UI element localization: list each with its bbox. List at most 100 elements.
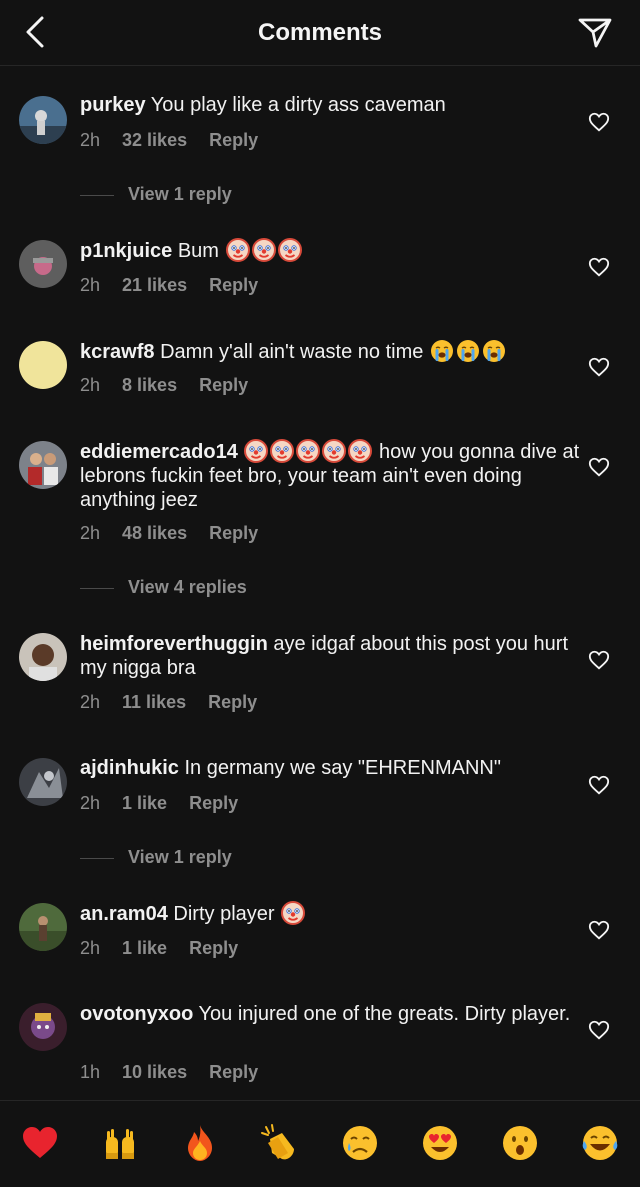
like-heart-icon[interactable]	[588, 774, 610, 796]
comment-body: Bum	[177, 240, 219, 262]
view-replies-button[interactable]: View 4 replies	[80, 577, 247, 601]
heart-emoji-icon[interactable]	[20, 1123, 60, 1163]
heart-eyes-emoji-icon[interactable]	[420, 1123, 460, 1163]
comment-username[interactable]: eddiemercado14	[80, 441, 238, 463]
comment-meta: 2h 1 like Reply	[80, 793, 238, 814]
crying-face-emoji-icon[interactable]	[340, 1123, 380, 1163]
reply-button[interactable]: Reply	[209, 130, 258, 151]
clown-emoji-icon	[281, 901, 305, 925]
comment-username[interactable]: ovotonyxoo	[80, 1003, 193, 1025]
comment-text: an.ram04 Dirty player	[80, 901, 580, 926]
comment-time: 2h	[80, 793, 101, 813]
comment-username[interactable]: p1nkjuice	[80, 240, 172, 262]
reply-button[interactable]: Reply	[189, 793, 238, 814]
comment-body: You play like a dirty ass caveman	[150, 94, 446, 116]
comment-likes[interactable]: 1 like	[122, 938, 167, 959]
clown-emoji-icon	[322, 439, 346, 463]
view-replies-label: View 1 reply	[128, 184, 232, 204]
send-icon[interactable]	[576, 14, 614, 52]
comment-text: heimforeverthuggin aye idgaf about this …	[80, 632, 580, 680]
clown-emoji-icon	[348, 439, 372, 463]
comment-text: p1nkjuice Bum	[80, 238, 580, 263]
comment-likes[interactable]: 1 like	[122, 793, 167, 814]
comment-username[interactable]: heimforeverthuggin	[80, 633, 268, 655]
astonished-face-emoji-icon[interactable]	[500, 1123, 540, 1163]
clown-emoji-icon	[278, 238, 302, 262]
raising-hands-emoji-icon[interactable]	[100, 1123, 140, 1163]
like-heart-icon[interactable]	[588, 256, 610, 278]
reply-button[interactable]: Reply	[209, 523, 258, 544]
sob-emoji-icon	[482, 339, 506, 363]
comment-time: 2h	[80, 130, 101, 150]
avatar[interactable]	[19, 903, 67, 951]
clown-emoji-icon	[296, 439, 320, 463]
clown-emoji-icon	[270, 439, 294, 463]
comment-time: 2h	[80, 938, 101, 958]
view-replies-button[interactable]: View 1 reply	[80, 184, 232, 208]
view-replies-label: View 4 replies	[128, 577, 247, 597]
clapping-hands-emoji-icon[interactable]	[260, 1123, 300, 1163]
avatar[interactable]	[19, 758, 67, 806]
comment-likes[interactable]: 32 likes	[122, 130, 187, 151]
like-heart-icon[interactable]	[588, 1019, 610, 1041]
comment-username[interactable]: purkey	[80, 94, 146, 116]
comment-text: ovotonyxoo You injured one of the greats…	[80, 1002, 580, 1026]
comment-username[interactable]: kcrawf8	[80, 341, 155, 363]
clown-emoji-icon	[244, 439, 268, 463]
like-heart-icon[interactable]	[588, 649, 610, 671]
reply-divider-line	[80, 857, 114, 859]
quick-reactions-bar	[0, 1100, 640, 1187]
comment-likes[interactable]: 21 likes	[122, 275, 187, 296]
reply-divider-line	[80, 587, 114, 589]
page-title: Comments	[257, 19, 383, 46]
comment-body: In germany we say "EHRENMANN"	[184, 757, 501, 779]
like-heart-icon[interactable]	[588, 456, 610, 478]
tears-of-joy-emoji-icon[interactable]	[580, 1123, 620, 1163]
fire-emoji-icon[interactable]	[180, 1123, 220, 1163]
comment-likes[interactable]: 11 likes	[122, 692, 186, 713]
comment-username[interactable]: an.ram04	[80, 903, 168, 925]
comment-time: 2h	[80, 375, 101, 395]
comment-meta: 1h 10 likes Reply	[80, 1062, 258, 1083]
reply-button[interactable]: Reply	[189, 938, 238, 959]
comment-meta: 2h 32 likes Reply	[80, 130, 258, 151]
clown-emoji-icon	[226, 238, 250, 262]
clown-emoji-icon	[252, 238, 276, 262]
avatar[interactable]	[19, 341, 67, 389]
comment-time: 2h	[80, 692, 101, 712]
comment-text: ajdinhukic In germany we say "EHRENMANN"	[80, 756, 580, 780]
avatar[interactable]	[19, 633, 67, 681]
comment-meta: 2h 8 likes Reply	[80, 375, 248, 396]
like-heart-icon[interactable]	[588, 356, 610, 378]
comment-time: 2h	[80, 275, 101, 295]
like-heart-icon[interactable]	[588, 919, 610, 941]
like-heart-icon[interactable]	[588, 111, 610, 133]
reply-divider-line	[80, 194, 114, 196]
comment-meta: 2h 11 likes Reply	[80, 692, 257, 713]
comment-likes[interactable]: 10 likes	[122, 1062, 187, 1083]
sob-emoji-icon	[430, 339, 454, 363]
comment-text: purkey You play like a dirty ass caveman	[80, 93, 580, 117]
comment-text: eddiemercado14 how you gonna dive at leb…	[80, 439, 580, 512]
reply-button[interactable]: Reply	[199, 375, 248, 396]
comment-time: 2h	[80, 523, 101, 543]
comment-username[interactable]: ajdinhukic	[80, 757, 179, 779]
comment-body: You injured one of the greats. Dirty pla…	[198, 1003, 571, 1025]
reply-button[interactable]: Reply	[209, 275, 258, 296]
avatar[interactable]	[19, 441, 67, 489]
comment-likes[interactable]: 48 likes	[122, 523, 187, 544]
comment-body: Damn y'all ain't waste no time	[160, 341, 424, 363]
reply-button[interactable]: Reply	[208, 692, 257, 713]
comment-time: 1h	[80, 1062, 101, 1082]
comment-meta: 2h 48 likes Reply	[80, 523, 258, 544]
avatar[interactable]	[19, 1003, 67, 1051]
comment-meta: 2h 1 like Reply	[80, 938, 238, 959]
avatar[interactable]	[19, 96, 67, 144]
view-replies-button[interactable]: View 1 reply	[80, 847, 232, 871]
sob-emoji-icon	[456, 339, 480, 363]
comment-body: Dirty player	[173, 903, 275, 925]
comment-likes[interactable]: 8 likes	[122, 375, 177, 396]
reply-button[interactable]: Reply	[209, 1062, 258, 1083]
avatar[interactable]	[19, 240, 67, 288]
comment-text: kcrawf8 Damn y'all ain't waste no time	[80, 339, 580, 364]
